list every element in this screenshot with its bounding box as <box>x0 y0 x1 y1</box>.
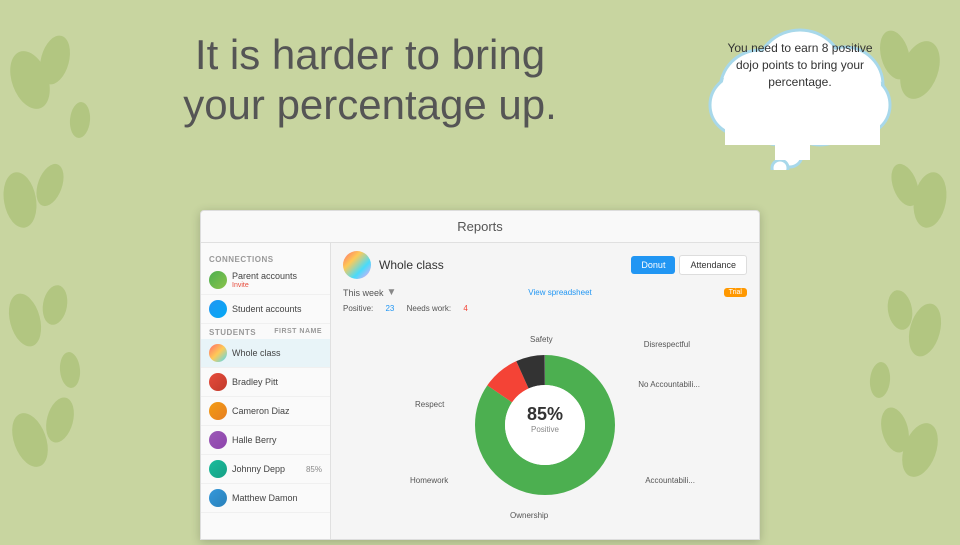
cloud-bubble-container: You need to earn 8 positive dojo points … <box>700 10 900 170</box>
bradley-label: Bradley Pitt <box>232 377 278 387</box>
matthew-label: Matthew Damon <box>232 493 298 503</box>
whole-class-title: Whole class <box>379 258 631 272</box>
main-title: It is harder to bring your percentage up… <box>60 30 700 131</box>
cameron-avatar <box>209 402 227 420</box>
cameron-label: Cameron Diaz <box>232 406 290 416</box>
stats-row: Positive: 23 Needs work: 4 <box>343 304 747 313</box>
class-icon <box>343 251 371 279</box>
johnny-pct: 85% <box>306 465 322 474</box>
donut-chart-wrapper: Safety Disrespectful No Accountabili... … <box>470 350 620 505</box>
parent-accounts-label: Parent accounts <box>232 271 297 281</box>
sidebar-item-cameron[interactable]: Cameron Diaz <box>201 397 330 426</box>
accountability-label: Accountabili... <box>645 476 695 485</box>
disrespectful-label: Disrespectful <box>644 340 690 349</box>
respect-label: Respect <box>415 400 444 409</box>
ownership-label: Ownership <box>510 511 548 520</box>
title-section: It is harder to bring your percentage up… <box>0 30 960 170</box>
svg-text:Positive: Positive <box>531 425 560 434</box>
students-section-label: STUDENTS First name <box>201 324 330 339</box>
sidebar-item-student-accounts[interactable]: Student accounts <box>201 295 330 324</box>
positive-value: 23 <box>385 304 394 313</box>
johnny-avatar <box>209 460 227 478</box>
main-content: It is harder to bring your percentage up… <box>0 0 960 540</box>
no-accountability-label: No Accountabili... <box>638 380 700 389</box>
sidebar-item-parent-accounts[interactable]: Parent accounts Invite <box>201 266 330 295</box>
svg-text:85%: 85% <box>527 404 563 424</box>
app-inner: CONNECTIONS Parent accounts Invite Stude… <box>201 243 759 540</box>
whole-class-avatar <box>209 344 227 362</box>
reports-header: Reports <box>201 211 759 243</box>
matthew-avatar <box>209 489 227 507</box>
this-week-selector[interactable]: This week ▼ <box>343 287 396 298</box>
sidebar-item-whole-class[interactable]: Whole class <box>201 339 330 368</box>
parent-accounts-avatar <box>209 271 227 289</box>
sidebar-item-johnny[interactable]: Johnny Depp 85% <box>201 455 330 484</box>
johnny-label: Johnny Depp <box>232 464 285 474</box>
chart-area: Safety Disrespectful No Accountabili... … <box>343 321 747 533</box>
student-accounts-label: Student accounts <box>232 304 302 314</box>
homework-label: Homework <box>410 476 448 485</box>
trial-badge: Trial <box>724 288 747 297</box>
connections-label: CONNECTIONS <box>201 251 330 266</box>
safety-label: Safety <box>530 335 553 344</box>
app-screenshot: Reports CONNECTIONS Parent accounts Invi… <box>200 210 760 540</box>
bradley-avatar <box>209 373 227 391</box>
sidebar-item-matthew[interactable]: Matthew Damon <box>201 484 330 513</box>
app-main-content: Whole class Donut Attendance This week ▼… <box>331 243 759 540</box>
week-bar: This week ▼ View spreadsheet Trial <box>343 287 747 298</box>
app-top-bar: Whole class Donut Attendance <box>343 251 747 279</box>
parent-accounts-sub: Invite <box>232 282 297 289</box>
week-arrow-icon: ▼ <box>387 287 397 298</box>
whole-class-label: Whole class <box>232 348 281 358</box>
halle-label: Halle Berry <box>232 435 277 445</box>
view-spreadsheet-link[interactable]: View spreadsheet <box>528 288 591 297</box>
halle-avatar <box>209 431 227 449</box>
attendance-button[interactable]: Attendance <box>679 255 747 275</box>
needs-value: 4 <box>463 304 467 313</box>
sidebar-item-bradley[interactable]: Bradley Pitt <box>201 368 330 397</box>
student-accounts-avatar <box>209 300 227 318</box>
donut-button[interactable]: Donut <box>631 256 675 274</box>
sidebar-item-halle[interactable]: Halle Berry <box>201 426 330 455</box>
sidebar: CONNECTIONS Parent accounts Invite Stude… <box>201 243 331 540</box>
cloud-text: You need to earn 8 positive dojo points … <box>720 40 880 90</box>
donut-chart-svg: 85% Positive <box>470 350 620 500</box>
